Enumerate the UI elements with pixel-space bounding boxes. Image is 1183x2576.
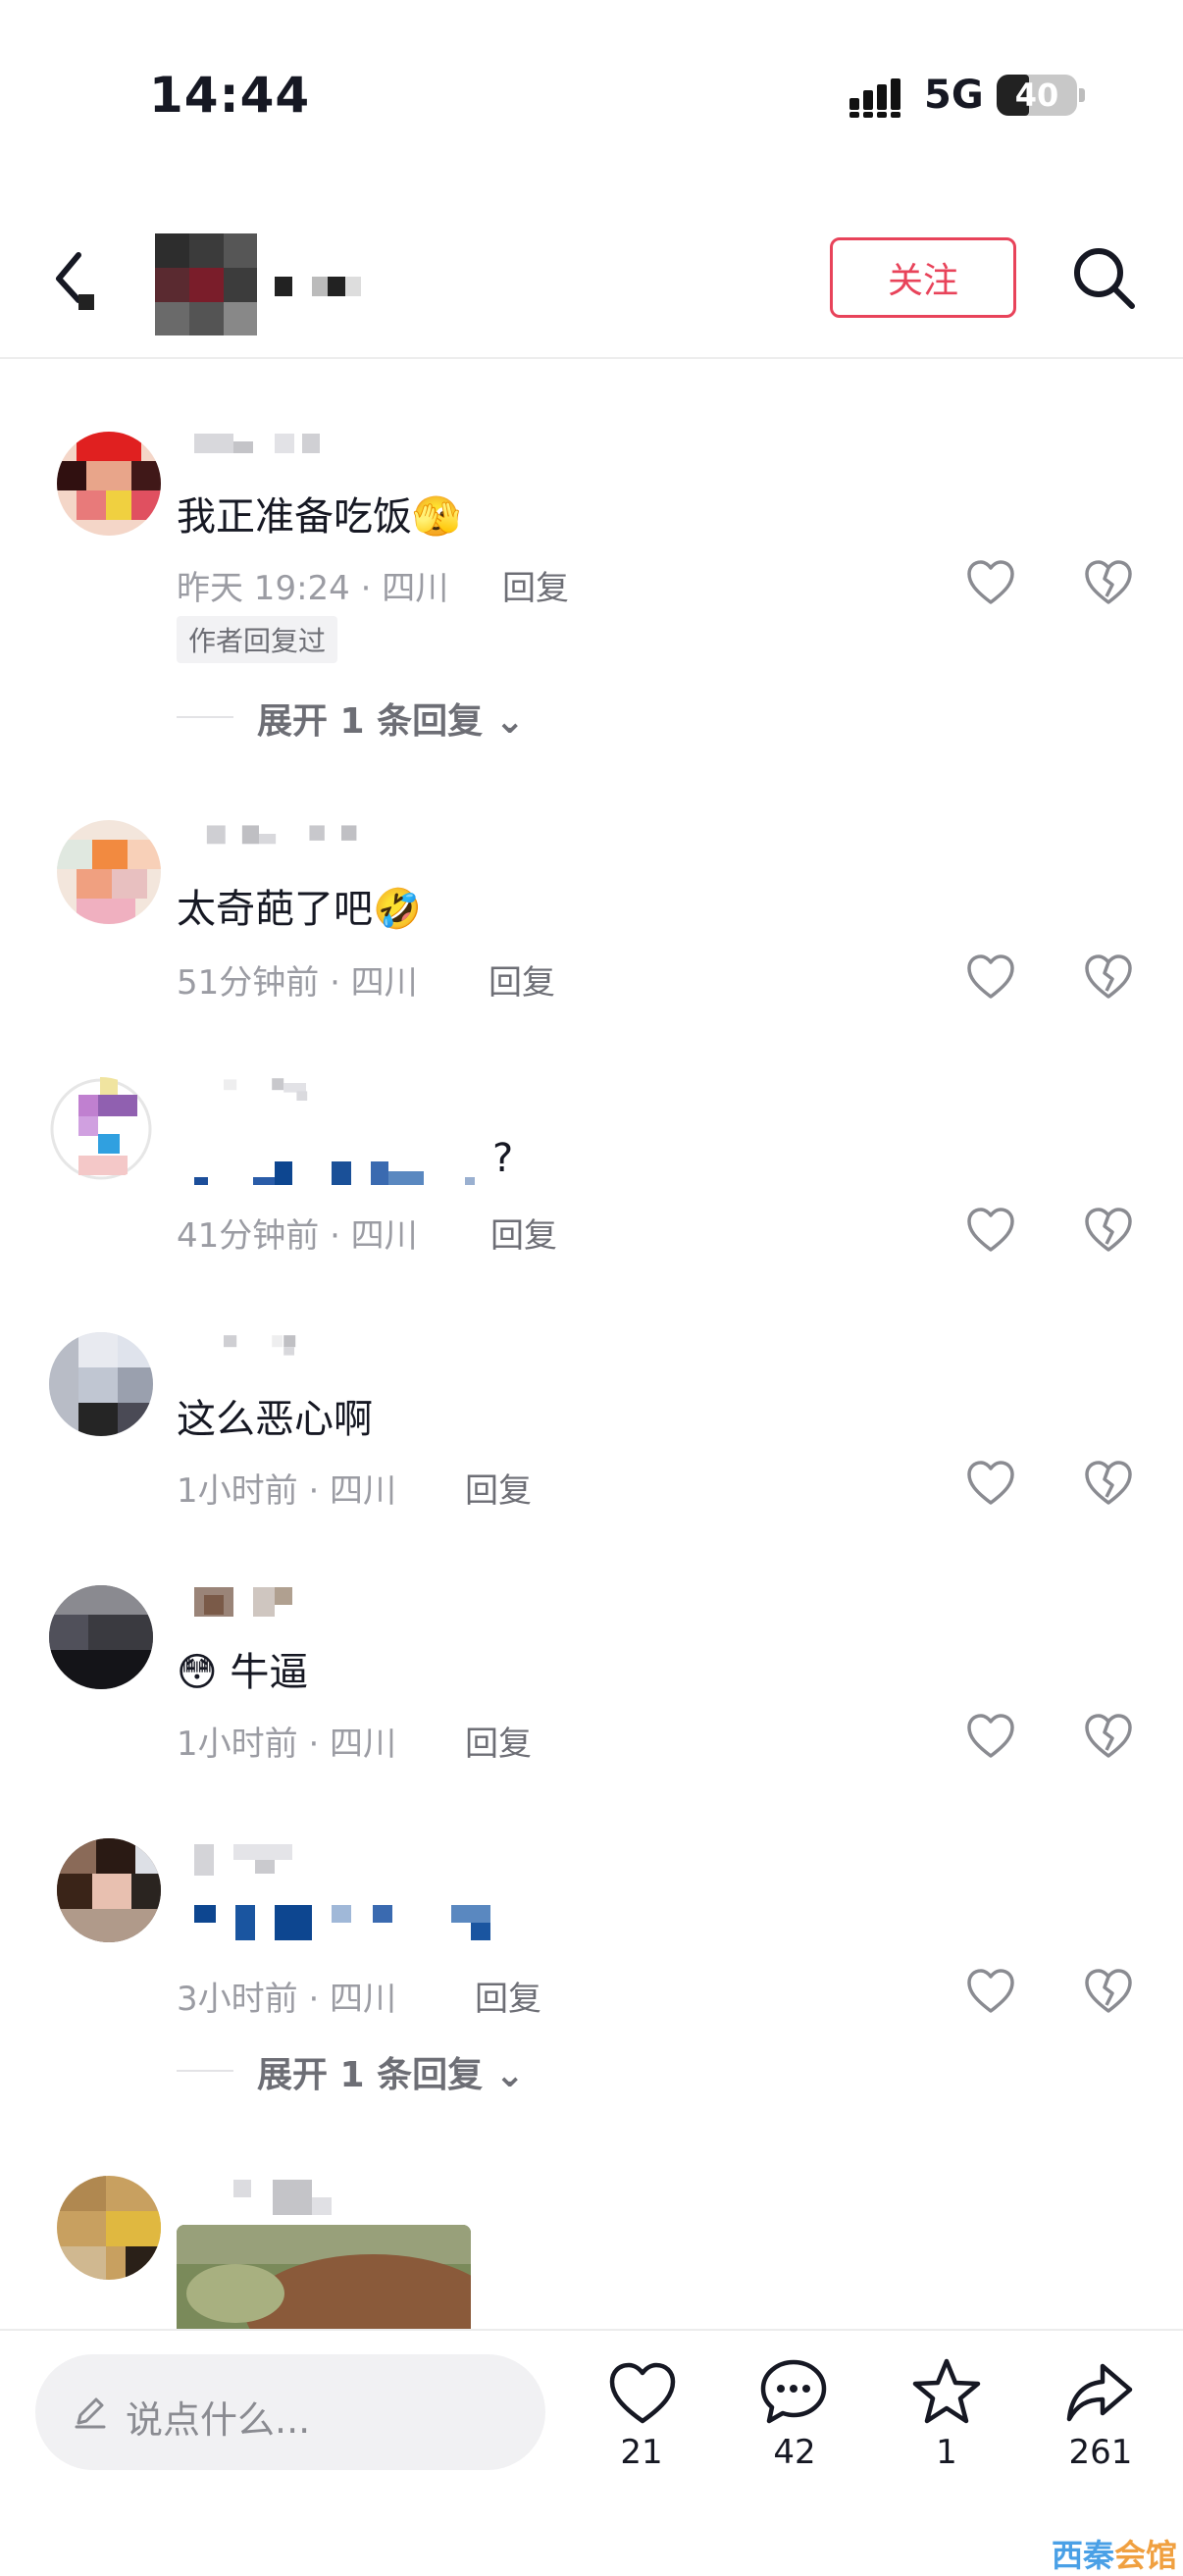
username-redacted xyxy=(206,825,357,845)
comment-avatar[interactable] xyxy=(49,1077,153,1181)
battery-level: 40 xyxy=(1014,77,1059,114)
avatar-image xyxy=(57,820,161,924)
reply-button[interactable]: 回复 xyxy=(489,955,555,1004)
comment-meta: 51分钟前 · 四川 xyxy=(177,963,418,1003)
comment-text: ? xyxy=(492,1136,514,1181)
comment-text: 我正准备吃饭🫣 xyxy=(177,494,461,540)
like-icon[interactable] xyxy=(606,2358,679,2431)
emoji: 🫣 xyxy=(412,494,461,540)
watermark: 西秦会馆 xyxy=(1052,2537,1178,2574)
search-icon[interactable] xyxy=(1069,243,1138,312)
reply-button[interactable]: 回复 xyxy=(465,1464,532,1512)
share-icon[interactable] xyxy=(1063,2358,1136,2431)
comment-text: 这么恶心啊 xyxy=(177,1397,373,1442)
comment-meta: 1小时前 · 四川 xyxy=(177,1725,397,1764)
dislike-icon[interactable] xyxy=(1083,1966,1134,2017)
username-redacted xyxy=(194,434,320,453)
comment-meta: 3小时前 · 四川 xyxy=(177,1980,397,2019)
like-count: 21 xyxy=(620,2433,663,2472)
reply-button[interactable]: 回复 xyxy=(502,561,569,609)
username-redacted xyxy=(224,1335,296,1356)
avatar-image xyxy=(57,2176,161,2280)
dislike-icon[interactable] xyxy=(1083,557,1134,608)
comment-avatar[interactable] xyxy=(57,820,161,924)
reply-button[interactable]: 回复 xyxy=(465,1717,532,1765)
comment-icon[interactable] xyxy=(757,2356,830,2429)
author-name-redacted xyxy=(275,277,361,296)
comment-meta: 昨天 19:24 · 四川 xyxy=(177,569,449,608)
username-redacted xyxy=(194,1844,292,1876)
reply-button[interactable]: 回复 xyxy=(490,1209,557,1257)
comment-text: 太奇葩了吧🤣 xyxy=(177,887,422,932)
follow-button[interactable]: 关注 xyxy=(830,237,1016,318)
comment-avatar[interactable] xyxy=(49,1585,153,1689)
comment-avatar[interactable] xyxy=(57,1838,161,1942)
username-redacted xyxy=(224,1078,308,1101)
comment-avatar[interactable] xyxy=(49,1332,153,1436)
author-avatar[interactable] xyxy=(155,233,257,335)
expand-divider xyxy=(177,716,233,718)
avatar-image xyxy=(49,1077,153,1181)
comment-meta: 41分钟前 · 四川 xyxy=(177,1216,418,1256)
username-redacted xyxy=(233,2180,332,2215)
comment-text-redacted xyxy=(194,1905,490,1940)
like-icon[interactable] xyxy=(965,1966,1016,2017)
comment-avatar[interactable] xyxy=(57,432,161,536)
like-icon[interactable] xyxy=(965,1205,1016,1256)
dislike-icon[interactable] xyxy=(1083,1711,1134,1762)
comment-image[interactable] xyxy=(177,2225,471,2329)
network-label: 5G xyxy=(924,73,984,118)
pencil-icon xyxy=(75,2397,106,2429)
avatar-image xyxy=(57,1838,161,1942)
battery-icon: 40 xyxy=(997,75,1077,116)
header-divider xyxy=(0,357,1183,359)
comment-avatar[interactable] xyxy=(57,2176,161,2280)
avatar-image xyxy=(49,1332,153,1436)
comment-text: 😳 牛逼 xyxy=(177,1650,309,1695)
status-time: 14:44 xyxy=(149,67,311,124)
signal-icon xyxy=(849,78,900,118)
avatar-image xyxy=(49,1585,153,1689)
like-icon[interactable] xyxy=(965,557,1016,608)
like-icon[interactable] xyxy=(965,1458,1016,1509)
reply-button[interactable]: 回复 xyxy=(475,1972,541,2020)
chevron-down-icon: ⌄ xyxy=(483,2055,525,2095)
expand-divider xyxy=(177,2070,233,2072)
bottom-divider xyxy=(0,2329,1183,2331)
author-replied-tag: 作者回复过 xyxy=(177,616,338,663)
comment-text-redacted xyxy=(194,1161,475,1185)
dislike-icon[interactable] xyxy=(1083,952,1134,1003)
username-redacted xyxy=(194,1587,292,1617)
comment-input-placeholder[interactable]: 说点什么... xyxy=(126,2390,310,2444)
expand-replies-button[interactable]: 展开 1 条回复 ⌄ xyxy=(257,2046,525,2097)
favorite-count: 1 xyxy=(936,2433,957,2472)
dislike-icon[interactable] xyxy=(1083,1205,1134,1256)
dislike-icon[interactable] xyxy=(1083,1458,1134,1509)
battery-cap xyxy=(1079,88,1085,102)
chevron-down-icon: ⌄ xyxy=(483,701,525,742)
like-icon[interactable] xyxy=(965,1711,1016,1762)
back-arrow-icon[interactable] xyxy=(49,243,108,322)
image-thumbnail xyxy=(177,2225,471,2329)
avatar-image xyxy=(57,432,161,536)
star-icon[interactable] xyxy=(910,2356,983,2429)
emoji: 😳 xyxy=(177,1650,218,1695)
expand-replies-button[interactable]: 展开 1 条回复 ⌄ xyxy=(257,693,525,744)
comment-meta: 1小时前 · 四川 xyxy=(177,1471,397,1511)
comment-count: 42 xyxy=(773,2433,816,2472)
like-icon[interactable] xyxy=(965,952,1016,1003)
emoji: 🤣 xyxy=(373,887,422,932)
share-count: 261 xyxy=(1068,2433,1133,2472)
